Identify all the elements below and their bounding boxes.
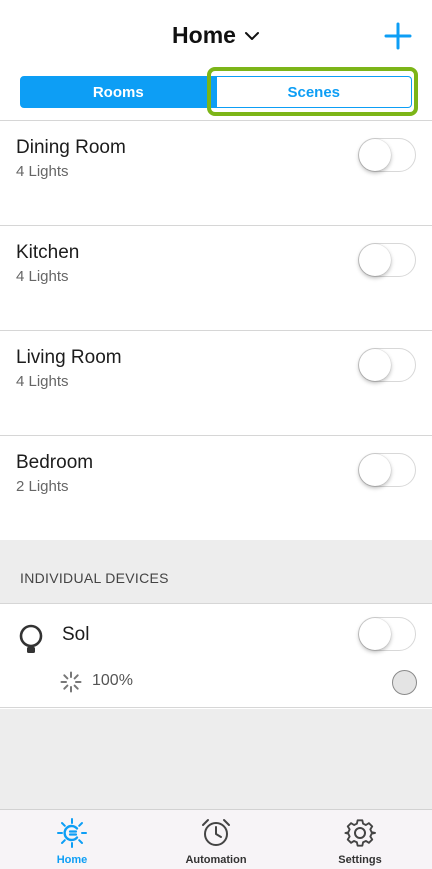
tab-settings-label: Settings xyxy=(338,854,382,866)
bottom-tab-bar: Home Automation Settings xyxy=(0,809,432,869)
room-row-dining-room[interactable]: Dining Room 4 Lights xyxy=(0,121,432,226)
device-select-radio[interactable] xyxy=(392,670,417,695)
section-label: INDIVIDUAL DEVICES xyxy=(20,570,169,586)
tab-home-label: Home xyxy=(56,854,88,866)
room-toggle[interactable] xyxy=(358,453,416,487)
room-name: Dining Room xyxy=(16,137,126,158)
room-name: Kitchen xyxy=(16,242,80,263)
room-toggle[interactable] xyxy=(358,348,416,382)
tab-scenes-label: Scenes xyxy=(287,83,341,101)
toggle-knob xyxy=(359,618,391,650)
plus-icon[interactable] xyxy=(384,22,412,50)
room-light-count: 4 Lights xyxy=(16,163,69,180)
room-name: Living Room xyxy=(16,347,122,368)
chevron-down-icon xyxy=(244,31,259,40)
home-selector[interactable]: Home xyxy=(0,22,432,49)
device-row-sol[interactable]: Sol 100% xyxy=(0,605,432,708)
empty-area xyxy=(0,709,432,809)
room-row-living-room[interactable]: Living Room 4 Lights xyxy=(0,331,432,436)
tab-rooms-label: Rooms xyxy=(92,83,144,101)
tab-home[interactable]: Home xyxy=(0,810,144,869)
page-title: Home xyxy=(172,22,236,48)
device-brightness: 100% xyxy=(92,672,133,689)
home-icon xyxy=(57,818,87,848)
brightness-icon xyxy=(60,671,82,693)
room-row-bedroom[interactable]: Bedroom 2 Lights xyxy=(0,436,432,541)
toggle-knob xyxy=(359,139,391,171)
room-row-kitchen[interactable]: Kitchen 4 Lights xyxy=(0,226,432,331)
alarm-clock-icon xyxy=(202,819,230,846)
toggle-knob xyxy=(359,349,391,381)
tab-automation[interactable]: Automation xyxy=(144,810,288,869)
rooms-scenes-segmented-control: Rooms Scenes xyxy=(20,76,412,108)
device-name: Sol xyxy=(62,624,90,645)
room-light-count: 2 Lights xyxy=(16,478,69,495)
gear-icon xyxy=(344,819,376,847)
header: Home xyxy=(0,0,432,70)
room-name: Bedroom xyxy=(16,452,94,473)
tab-automation-label: Automation xyxy=(185,854,247,866)
device-toggle[interactable] xyxy=(358,617,416,651)
tab-scenes[interactable]: Scenes xyxy=(216,76,412,108)
individual-devices-section-header: INDIVIDUAL DEVICES xyxy=(0,540,432,604)
room-toggle[interactable] xyxy=(358,243,416,277)
tab-rooms[interactable]: Rooms xyxy=(20,76,217,108)
room-light-count: 4 Lights xyxy=(16,268,69,285)
room-toggle[interactable] xyxy=(358,138,416,172)
toggle-knob xyxy=(359,244,391,276)
bulb-icon xyxy=(19,624,43,653)
room-light-count: 4 Lights xyxy=(16,373,69,390)
tab-settings[interactable]: Settings xyxy=(288,810,432,869)
toggle-knob xyxy=(359,454,391,486)
